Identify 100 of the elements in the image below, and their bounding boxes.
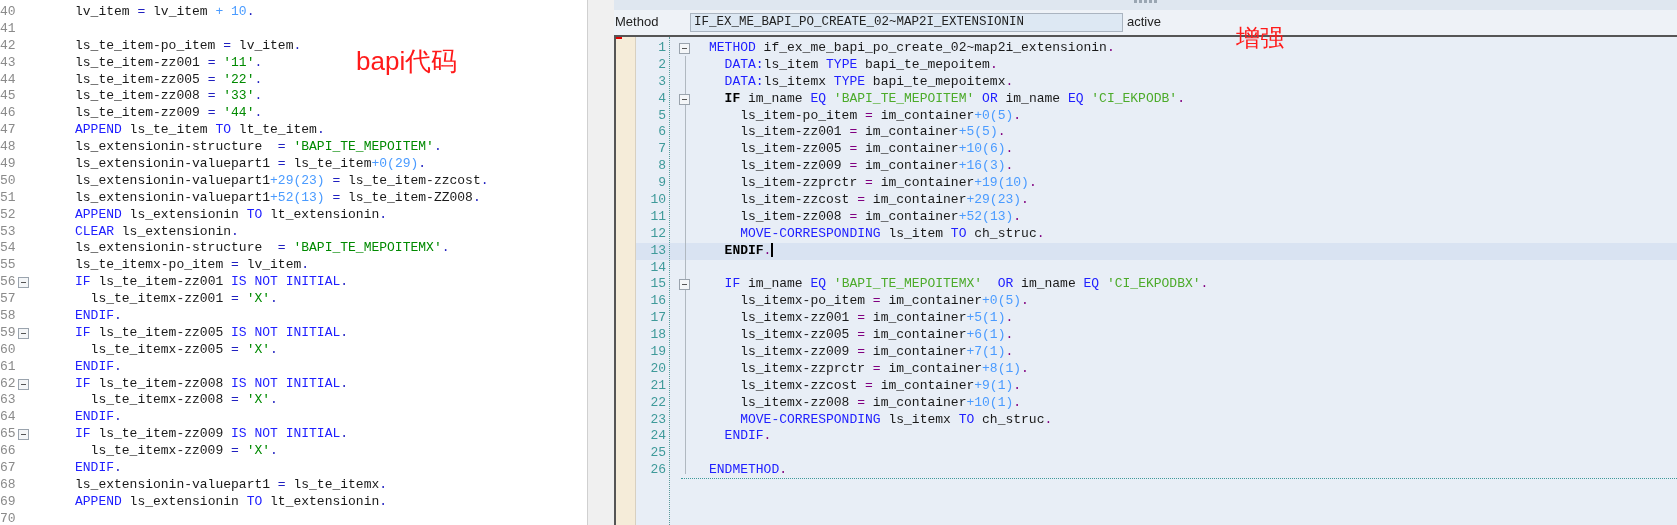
method-field[interactable]: IF_EX_ME_BAPI_PO_CREATE_02~MAP2I_EXTENSIONIN bbox=[690, 12, 1123, 32]
line-number: 5 bbox=[658, 107, 666, 123]
line-number: 8 bbox=[658, 158, 666, 174]
code-line: lv_item = lv_item + 10. bbox=[75, 4, 255, 21]
line-number: 14 bbox=[650, 259, 666, 275]
status-text: active bbox=[1127, 13, 1161, 32]
code-line: ls_extensionin-valuepart1 = ls_te_item+0(29). bbox=[75, 156, 427, 173]
line-number: 7 bbox=[658, 141, 666, 157]
code-line: METHOD if_ex_me_bapi_po_create_02~map2i_extensionin. bbox=[709, 40, 1115, 57]
line-number: 66 bbox=[0, 443, 17, 461]
line-number: 50 bbox=[0, 172, 17, 190]
line-number: 42 bbox=[0, 37, 17, 55]
line-number: 44 bbox=[0, 71, 17, 89]
line-number: 62 bbox=[0, 375, 17, 393]
line-number: 53 bbox=[0, 223, 17, 241]
code-line: MOVE-CORRESPONDING ls_itemx TO ch_struc. bbox=[739, 411, 1053, 429]
code-line: ls_extensionin-valuepart1 = ls_te_itemx. bbox=[75, 476, 388, 494]
code-line: ls_te_item-po_item = lv_item. bbox=[75, 37, 302, 55]
collapse-icon[interactable] bbox=[679, 279, 690, 291]
line-number: 3 bbox=[658, 73, 666, 89]
collapse-icon[interactable] bbox=[18, 327, 29, 339]
line-number: 63 bbox=[0, 392, 17, 410]
line-number: 9 bbox=[658, 175, 666, 191]
line-number: 54 bbox=[0, 240, 17, 258]
line-number: 43 bbox=[0, 54, 17, 72]
line-number: 59 bbox=[0, 324, 17, 342]
line-number: 17 bbox=[650, 310, 666, 326]
code-line: ENDIF. bbox=[75, 308, 122, 325]
method-label: Method bbox=[614, 13, 660, 32]
line-number: 1 bbox=[658, 40, 666, 55]
collapse-icon[interactable] bbox=[679, 42, 690, 54]
code-line: IF im_name EQ 'BAPI_TE_MEPOITEMX' OR im_name EQ 'CI_EKPODBX'. bbox=[723, 276, 1209, 294]
line-number: 49 bbox=[0, 156, 17, 173]
code-line: ENDIF. bbox=[723, 428, 772, 446]
code-line: ls_item-zz008 = im_container+52(13). bbox=[739, 208, 1022, 226]
grip-icon[interactable] bbox=[1133, 0, 1158, 4]
code-line: ls_itemx-zz008 = im_container+10(1). bbox=[739, 394, 1022, 412]
line-number: 4 bbox=[658, 90, 666, 106]
line-number: 26 bbox=[650, 462, 666, 478]
line-number: 67 bbox=[0, 460, 17, 477]
line-number: 57 bbox=[0, 291, 17, 309]
line-number: 65 bbox=[0, 426, 17, 444]
code-line: ls_te_itemx-po_item = lv_item. bbox=[75, 257, 310, 275]
code-line: IF ls_te_item-zz008 IS NOT INITIAL. bbox=[75, 375, 349, 393]
line-number: 58 bbox=[0, 308, 17, 325]
code-line: ls_extensionin-structure = 'BAPI_TE_MEPOITEMX'. bbox=[75, 240, 450, 258]
line-number: 15 bbox=[650, 276, 666, 292]
code-line: ls_item-zzprctr = im_container+19(10). bbox=[739, 175, 1037, 192]
code-line: IF ls_te_item-zz001 IS NOT INITIAL. bbox=[75, 274, 349, 292]
line-number: 55 bbox=[0, 257, 17, 275]
collapse-icon[interactable] bbox=[18, 378, 29, 390]
line-number: 12 bbox=[650, 225, 666, 241]
line-number: 23 bbox=[650, 411, 666, 427]
code-line: ls_te_item-zz001 = '11'. bbox=[75, 54, 263, 72]
code-line: ENDIF. bbox=[75, 460, 122, 477]
line-number: 41 bbox=[0, 20, 17, 38]
collapse-icon[interactable] bbox=[18, 429, 29, 441]
code-line: ls_te_item-zz009 = '44'. bbox=[75, 105, 263, 123]
code-line: ls_extensionin-structure = 'BAPI_TE_MEPOITEM'. bbox=[75, 139, 442, 156]
code-line: ls_item-po_item = im_container+0(5). bbox=[739, 107, 1022, 125]
line-number: 18 bbox=[650, 327, 666, 343]
line-number: 51 bbox=[0, 189, 17, 207]
code-line: IF im_name EQ 'BAPI_TE_MEPOITEM' OR im_name EQ 'CI_EKPODB'. bbox=[723, 90, 1185, 108]
line-number: 56 bbox=[0, 274, 17, 292]
line-number: 46 bbox=[0, 105, 17, 123]
line-number: 60 bbox=[0, 341, 17, 359]
code-line: CLEAR ls_extensionin. bbox=[75, 223, 239, 241]
code-line: ls_extensionin-valuepart1+29(23) = ls_te_item-zzcost. bbox=[75, 172, 489, 190]
code-line: IF ls_te_item-zz009 IS NOT INITIAL. bbox=[75, 426, 349, 444]
line-number: 61 bbox=[0, 358, 17, 376]
code-line: DATA:ls_item TYPE bapi_te_mepoitem. bbox=[723, 56, 998, 74]
code-line: MOVE-CORRESPONDING ls_item TO ch_struc. bbox=[739, 225, 1045, 243]
line-number: 25 bbox=[650, 445, 666, 461]
code-line: ls_te_itemx-zz009 = 'X'. bbox=[89, 443, 278, 461]
line-number: 24 bbox=[650, 428, 666, 444]
code-line: ls_item-zz001 = im_container+5(5). bbox=[739, 124, 1006, 142]
code-line: ls_te_item-zz008 = '33'. bbox=[75, 88, 263, 106]
collapse-icon[interactable] bbox=[18, 277, 29, 289]
code-line: DATA:ls_itemx TYPE bapi_te_mepoitemx. bbox=[723, 73, 1014, 91]
collapse-icon[interactable] bbox=[679, 93, 690, 105]
code-line: IF ls_te_item-zz005 IS NOT INITIAL. bbox=[75, 324, 349, 342]
line-number: 64 bbox=[0, 409, 17, 427]
line-number: 2 bbox=[658, 56, 666, 72]
code-line: ls_itemx-zz005 = im_container+6(1). bbox=[739, 327, 1014, 345]
code-line: ls_te_itemx-zz008 = 'X'. bbox=[89, 392, 278, 410]
code-line: ls_itemx-po_item = im_container+0(5). bbox=[739, 293, 1029, 311]
code-line: ENDMETHOD. bbox=[709, 462, 788, 480]
code-line: ls_item-zz009 = im_container+16(3). bbox=[739, 158, 1014, 176]
code-line: ls_te_itemx-zz005 = 'X'. bbox=[89, 341, 278, 359]
code-line: ls_item-zz005 = im_container+10(6). bbox=[739, 141, 1014, 159]
line-number: 68 bbox=[0, 476, 17, 494]
line-number: 48 bbox=[0, 139, 17, 157]
line-number: 16 bbox=[650, 293, 666, 309]
code-line: ls_te_itemx-zz001 = 'X'. bbox=[89, 291, 278, 309]
code-line: APPEND ls_te_item TO lt_te_item. bbox=[75, 122, 325, 140]
line-number: 10 bbox=[650, 192, 666, 207]
code-line: APPEND ls_extensionin TO lt_extensionin. bbox=[75, 206, 388, 224]
code-line: ls_itemx-zzcost = im_container+9(1). bbox=[739, 377, 1022, 395]
code-line: ls_item-zzcost = im_container+29(23). bbox=[739, 192, 1029, 209]
annotation-text: bapi代码 bbox=[356, 48, 458, 74]
